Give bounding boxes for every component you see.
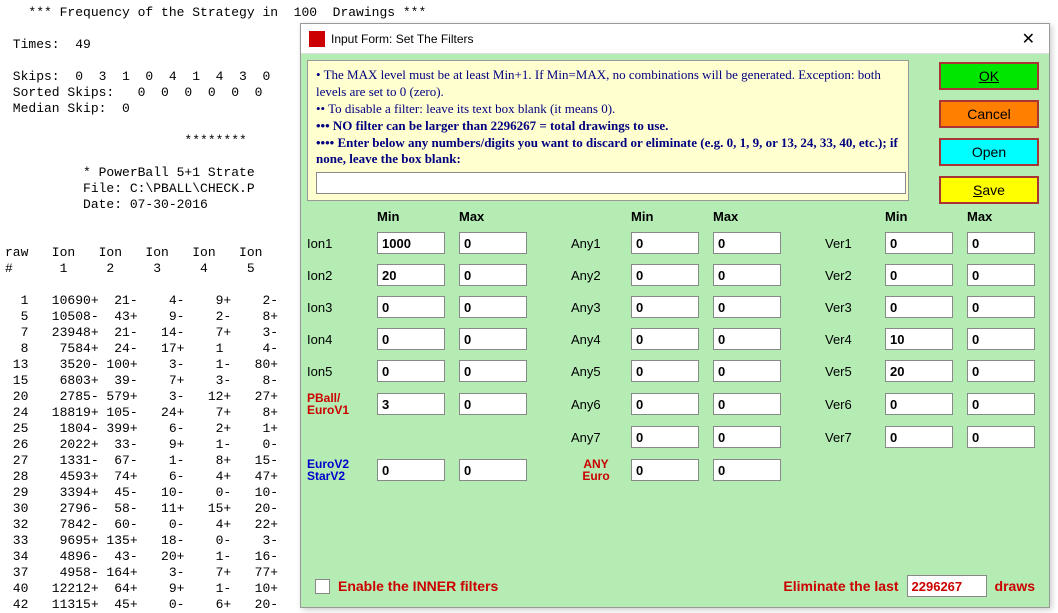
info-line-2: •• To disable a filter: leave its text b… <box>316 101 900 118</box>
ver7-label: Ver7 <box>825 430 875 445</box>
ion4-label: Ion4 <box>307 332 367 347</box>
pball-min[interactable] <box>377 393 445 415</box>
pball-max[interactable] <box>459 393 527 415</box>
eurov2-max[interactable] <box>459 459 527 481</box>
any3-min[interactable] <box>631 296 699 318</box>
any7-label: Any7 <box>571 430 621 445</box>
ion5-max[interactable] <box>459 360 527 382</box>
info-line-3: ••• NO filter can be larger than 2296267… <box>316 118 900 135</box>
filter-grid: Min Max Min Max Min Max Ion1 Any1 Ver1 <box>307 209 1043 482</box>
ok-button[interactable]: OK <box>939 62 1039 90</box>
ver7-max[interactable] <box>967 426 1035 448</box>
ver5-min[interactable] <box>885 360 953 382</box>
eurov2-min[interactable] <box>377 459 445 481</box>
ver3-max[interactable] <box>967 296 1035 318</box>
any3-max[interactable] <box>713 296 781 318</box>
info-line-1: • The MAX level must be at least Min+1. … <box>316 67 900 101</box>
any2-max[interactable] <box>713 264 781 286</box>
ion4-max[interactable] <box>459 328 527 350</box>
discard-input[interactable] <box>316 172 906 194</box>
cancel-button[interactable]: Cancel <box>939 100 1039 128</box>
filter-dialog: Input Form: Set The Filters ✕ • The MAX … <box>300 23 1050 608</box>
any4-max[interactable] <box>713 328 781 350</box>
any1-max[interactable] <box>713 232 781 254</box>
any7-max[interactable] <box>713 426 781 448</box>
anyeuro-label: ANY Euro <box>571 458 621 482</box>
eliminate-input[interactable] <box>907 575 987 597</box>
ver6-max[interactable] <box>967 393 1035 415</box>
eliminate-label: Eliminate the last <box>783 578 898 594</box>
any1-min[interactable] <box>631 232 699 254</box>
ver1-min[interactable] <box>885 232 953 254</box>
anyeuro-min[interactable] <box>631 459 699 481</box>
any4-min[interactable] <box>631 328 699 350</box>
ver7-min[interactable] <box>885 426 953 448</box>
ver1-label: Ver1 <box>825 236 875 251</box>
ver2-label: Ver2 <box>825 268 875 283</box>
ver2-max[interactable] <box>967 264 1035 286</box>
ver1-max[interactable] <box>967 232 1035 254</box>
dialog-titlebar: Input Form: Set The Filters ✕ <box>301 24 1049 54</box>
eurov2-label: EuroV2 StarV2 <box>307 458 367 482</box>
any1-label: Any1 <box>571 236 621 251</box>
any6-label: Any6 <box>571 397 621 412</box>
hdr-max-2: Max <box>713 209 785 224</box>
ver3-min[interactable] <box>885 296 953 318</box>
info-line-4: •••• Enter below any numbers/digits you … <box>316 135 900 169</box>
ver5-label: Ver5 <box>825 364 875 379</box>
ion3-min[interactable] <box>377 296 445 318</box>
any4-label: Any4 <box>571 332 621 347</box>
ion5-min[interactable] <box>377 360 445 382</box>
pball-label: PBall/ EuroV1 <box>307 392 367 416</box>
app-icon <box>309 31 325 47</box>
any3-label: Any3 <box>571 300 621 315</box>
any5-label: Any5 <box>571 364 621 379</box>
dialog-title: Input Form: Set The Filters <box>331 32 474 46</box>
ion5-label: Ion5 <box>307 364 367 379</box>
ion2-label: Ion2 <box>307 268 367 283</box>
any5-max[interactable] <box>713 360 781 382</box>
hdr-min-3: Min <box>885 209 957 224</box>
ion1-label: Ion1 <box>307 236 367 251</box>
ion2-max[interactable] <box>459 264 527 286</box>
enable-inner-label: Enable the INNER filters <box>338 578 498 594</box>
info-panel: • The MAX level must be at least Min+1. … <box>307 60 909 201</box>
ver4-min[interactable] <box>885 328 953 350</box>
ver3-label: Ver3 <box>825 300 875 315</box>
any7-min[interactable] <box>631 426 699 448</box>
ver6-label: Ver6 <box>825 397 875 412</box>
any6-min[interactable] <box>631 393 699 415</box>
any5-min[interactable] <box>631 360 699 382</box>
close-icon[interactable]: ✕ <box>1016 29 1041 49</box>
hdr-min-2: Min <box>631 209 703 224</box>
enable-inner-checkbox[interactable] <box>315 579 330 594</box>
any6-max[interactable] <box>713 393 781 415</box>
ver5-max[interactable] <box>967 360 1035 382</box>
hdr-max-1: Max <box>459 209 531 224</box>
ver2-min[interactable] <box>885 264 953 286</box>
any2-label: Any2 <box>571 268 621 283</box>
ion4-min[interactable] <box>377 328 445 350</box>
ver6-min[interactable] <box>885 393 953 415</box>
any2-min[interactable] <box>631 264 699 286</box>
ion1-max[interactable] <box>459 232 527 254</box>
hdr-max-3: Max <box>967 209 1039 224</box>
ion3-label: Ion3 <box>307 300 367 315</box>
ver4-max[interactable] <box>967 328 1035 350</box>
anyeuro-max[interactable] <box>713 459 781 481</box>
ion1-min[interactable] <box>377 232 445 254</box>
open-button[interactable]: Open <box>939 138 1039 166</box>
ion2-min[interactable] <box>377 264 445 286</box>
ver4-label: Ver4 <box>825 332 875 347</box>
save-button[interactable]: Save <box>939 176 1039 204</box>
hdr-min-1: Min <box>377 209 449 224</box>
ion3-max[interactable] <box>459 296 527 318</box>
draws-label: draws <box>995 578 1035 594</box>
